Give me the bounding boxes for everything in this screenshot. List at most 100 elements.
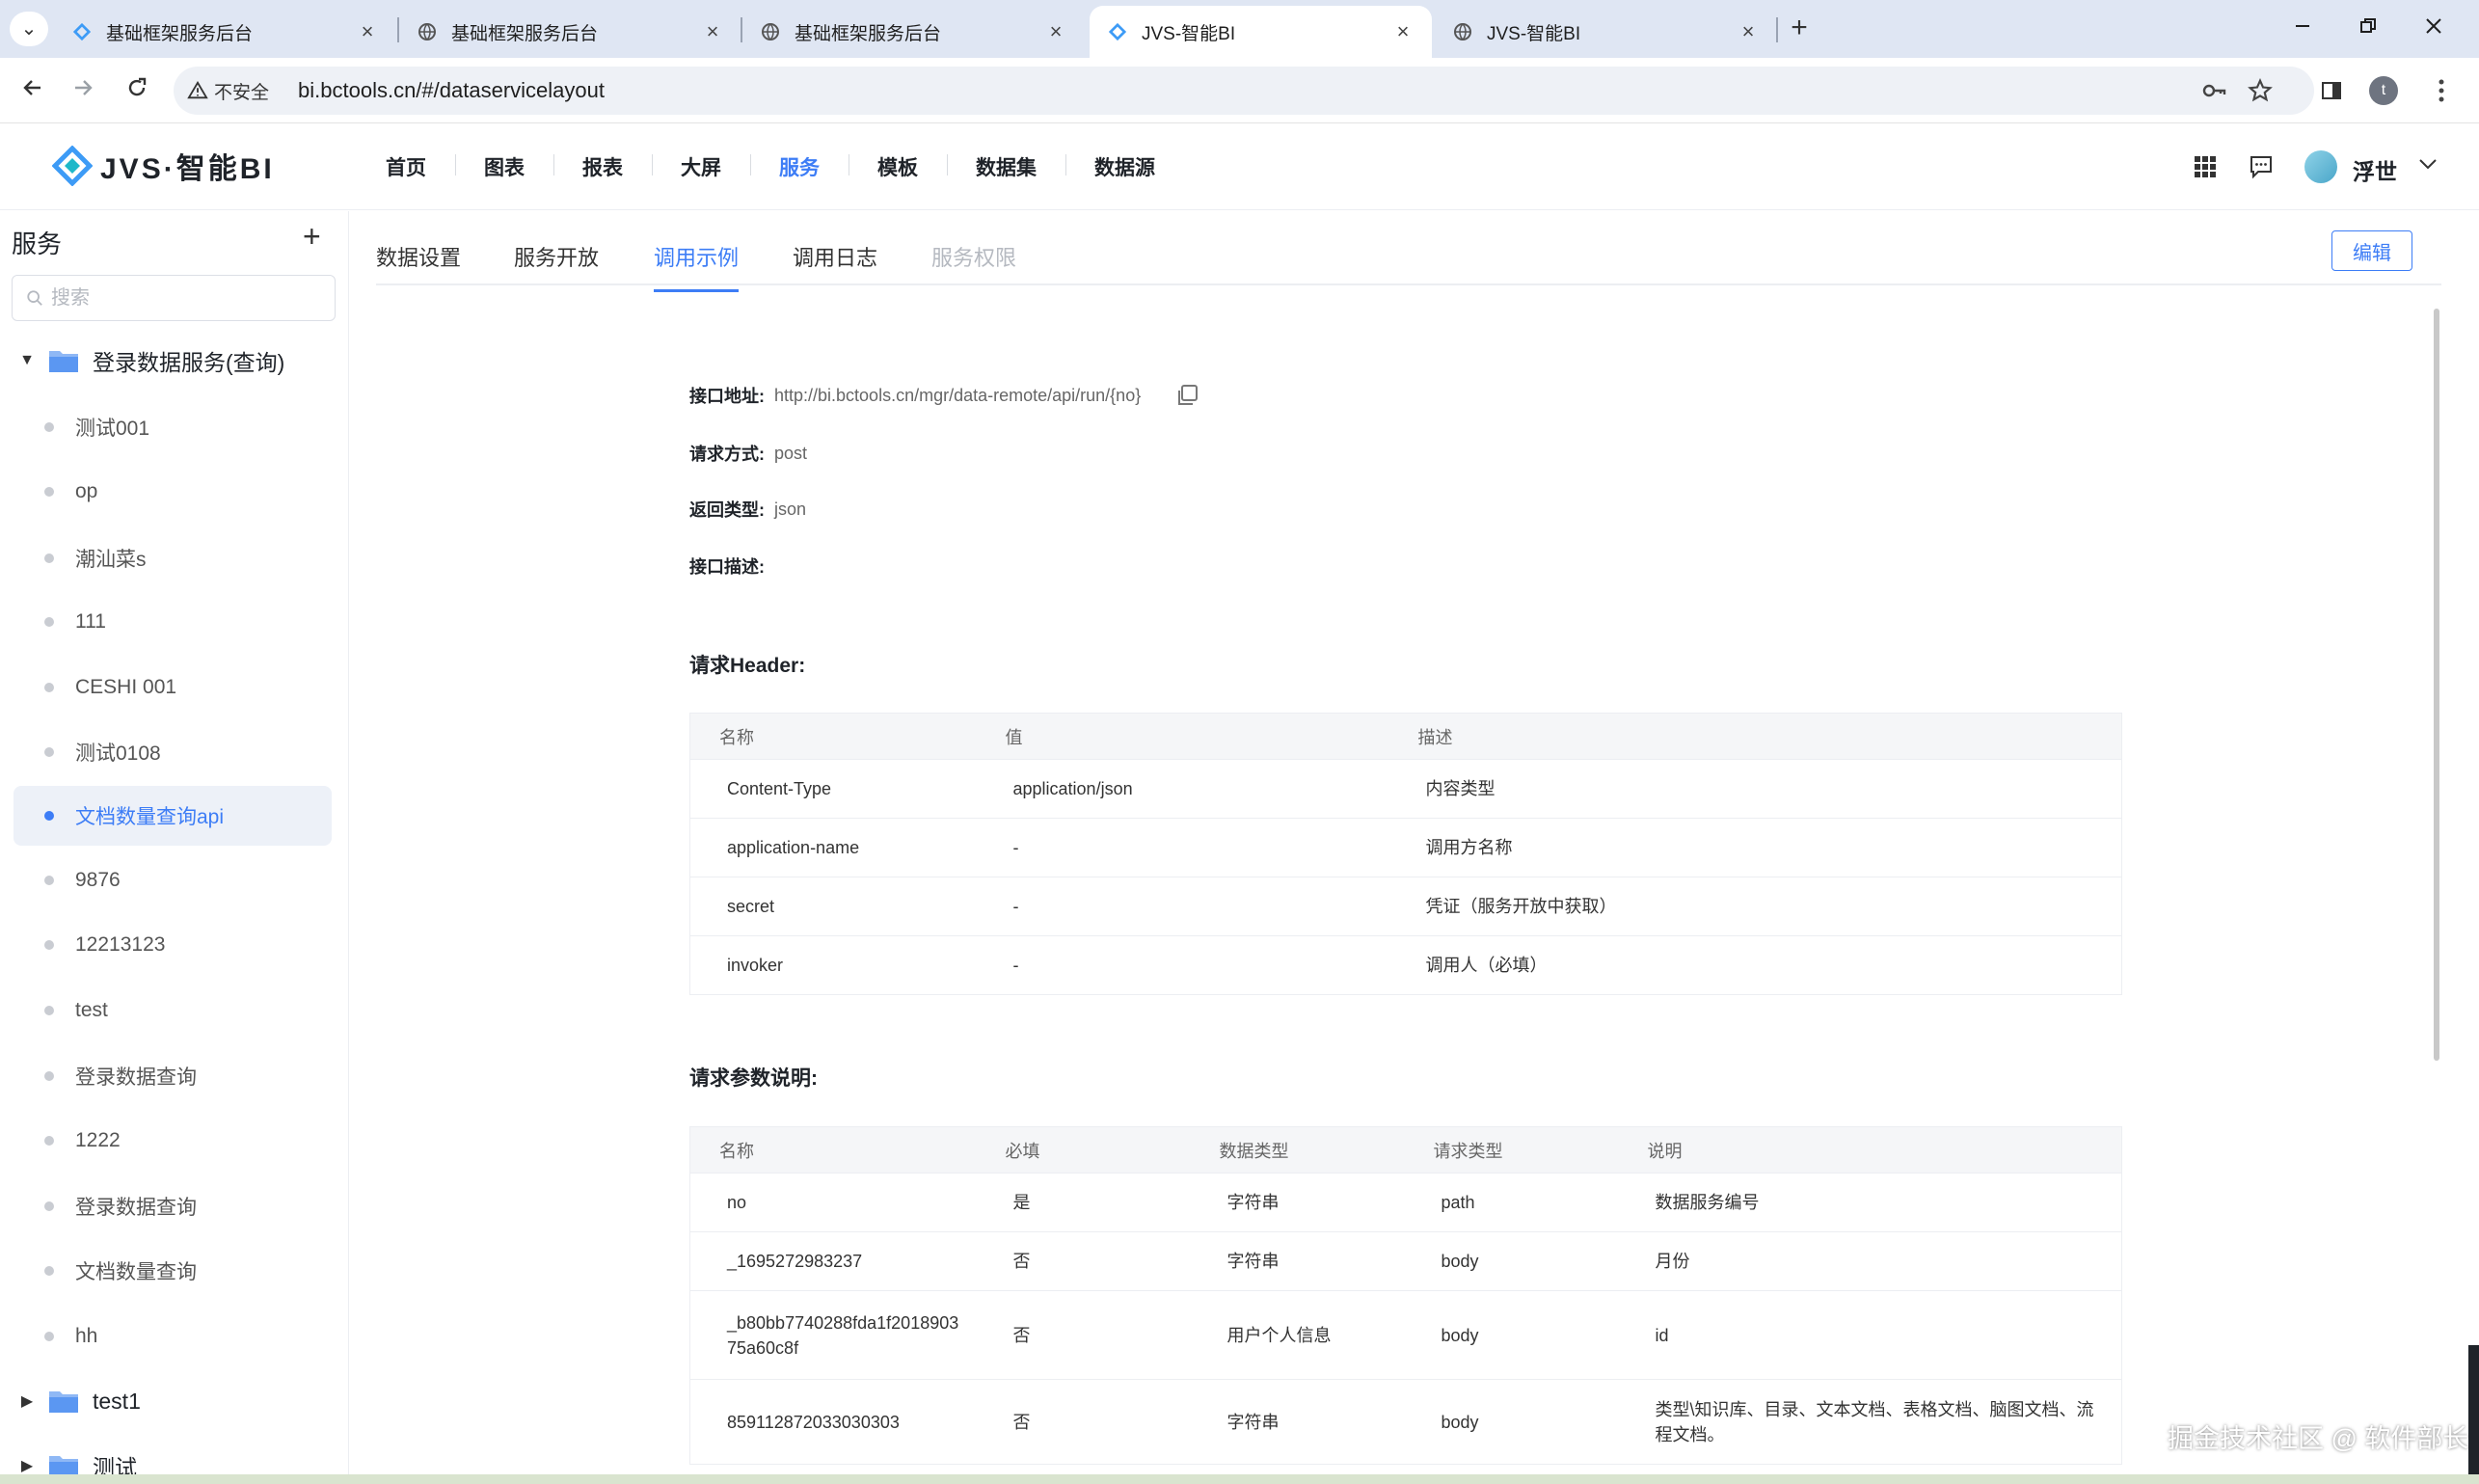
back-button[interactable] [13, 71, 52, 110]
copy-icon[interactable] [1175, 383, 1200, 408]
nav-item-home[interactable]: 首页 [357, 152, 455, 181]
tab-search-button[interactable]: ⌄ [10, 12, 48, 46]
sidebar-item[interactable]: 登录数据查询 [13, 1176, 332, 1236]
sidebar-item[interactable]: 12213123 [13, 915, 332, 975]
table-cell: _b80bb7740288fda1f201890375a60c8f [689, 1290, 977, 1380]
caret-right-icon[interactable]: ▶ [17, 1391, 37, 1411]
user-avatar[interactable] [2304, 150, 2337, 183]
service-sidebar: 服务 + ▼ 登录数据服务(查询) 测试001 op 潮汕菜s 111 CESH… [0, 211, 349, 1484]
browser-tab-3[interactable]: 基础框架服务后台 × [742, 6, 1085, 58]
table-cell: path [1404, 1173, 1619, 1232]
close-icon[interactable]: × [356, 20, 379, 43]
table-cell: 是 [976, 1173, 1191, 1232]
sidebar-item[interactable]: 测试001 [13, 397, 332, 457]
nav-item-dashboard[interactable]: 大屏 [652, 152, 750, 181]
column-header: 说明 [1618, 1126, 2122, 1174]
browser-tab-5[interactable]: JVS-智能BI × [1435, 6, 1777, 58]
table-cell: - [976, 818, 1389, 877]
nav-item-datasources[interactable]: 数据源 [1065, 152, 1184, 181]
nav-item-charts[interactable]: 图表 [455, 152, 553, 181]
app-logo[interactable]: JVS·智能BI [52, 145, 275, 187]
browser-tab-2[interactable]: 基础框架服务后台 × [399, 6, 741, 58]
folder-icon [49, 1391, 78, 1413]
sidebar-item[interactable]: 111 [13, 592, 332, 652]
table-header-row: 名称 必填 数据类型 请求类型 说明 [689, 1126, 2122, 1174]
app-header: JVS·智能BI 首页 图表 报表 大屏 服务 模板 数据集 数据源 浮世 [0, 123, 2479, 210]
sidebar-item[interactable]: 潮汕菜s [13, 528, 332, 588]
sidebar-item-label: test [75, 999, 108, 1021]
search-input[interactable] [51, 286, 311, 310]
params-section-title: 请求参数说明: [689, 1067, 818, 1090]
main-nav: 首页 图表 报表 大屏 服务 模板 数据集 数据源 [357, 123, 1184, 210]
table-row: invoker - 调用人（必填） [689, 935, 2122, 995]
minimize-button[interactable] [2274, 10, 2331, 48]
table-row: no 是 字符串 path 数据服务编号 [689, 1173, 2122, 1232]
close-icon[interactable]: × [1044, 20, 1067, 43]
tab-data-settings[interactable]: 数据设置 [376, 241, 461, 289]
security-indicator[interactable]: 不安全 [187, 78, 284, 104]
sidebar-item[interactable]: CESHI 001 [13, 658, 332, 717]
url-text[interactable]: bi.bctools.cn/#/dataservicelayout [298, 78, 605, 103]
sidebar-item[interactable]: 9876 [13, 850, 332, 910]
params-table: 名称 必填 数据类型 请求类型 说明 no 是 字符串 path 数据服务编号 … [689, 1126, 2122, 1465]
sidebar-item-active[interactable]: 文档数量查询api [13, 786, 332, 846]
table-cell: application/json [976, 759, 1389, 819]
caret-down-icon[interactable]: ▼ [17, 352, 37, 369]
browser-toolbar: 不安全 bi.bctools.cn/#/dataservicelayout t [0, 58, 2479, 123]
browser-tab-4-active[interactable]: JVS-智能BI × [1090, 6, 1432, 58]
apps-grid-button[interactable] [2189, 150, 2222, 183]
table-cell: 否 [976, 1379, 1191, 1465]
table-row: _1695272983237 否 字符串 body 月份 [689, 1231, 2122, 1291]
forward-button[interactable] [64, 71, 102, 110]
messages-button[interactable] [2245, 150, 2277, 183]
edit-button[interactable]: 编辑 [2331, 230, 2412, 271]
restore-button[interactable] [2339, 10, 2397, 48]
close-icon[interactable]: × [701, 20, 724, 43]
api-address-value: http://bi.bctools.cn/mgr/data-remote/api… [774, 385, 1142, 405]
reload-button[interactable] [118, 71, 156, 110]
window-close-button[interactable] [2405, 10, 2463, 48]
close-icon[interactable]: × [1391, 20, 1415, 43]
user-name[interactable]: 浮世 [2353, 153, 2397, 186]
bookmark-button[interactable] [2239, 67, 2281, 115]
caret-right-icon[interactable]: ▶ [17, 1456, 37, 1475]
tree-folder-login-query[interactable]: ▼ 登录数据服务(查询) [0, 337, 284, 385]
sidebar-item-label: 测试001 [75, 418, 150, 440]
address-bar[interactable]: 不安全 bi.bctools.cn/#/dataservicelayout [174, 67, 2314, 115]
api-method-label: 请求方式: [689, 445, 765, 464]
table-cell: 字符串 [1190, 1231, 1405, 1291]
add-service-button[interactable]: + [303, 221, 321, 252]
sidebar-item[interactable]: 文档数量查询 [13, 1241, 332, 1301]
browser-tab-bar: ⌄ 基础框架服务后台 × 基础框架服务后台 × 基础框架服务后台 × JVS-智… [0, 0, 2479, 58]
tab-call-log[interactable]: 调用日志 [793, 241, 877, 289]
nav-item-reports[interactable]: 报表 [553, 152, 652, 181]
scrollbar-thumb[interactable] [2434, 309, 2439, 1061]
sidebar-item[interactable]: 1222 [13, 1111, 332, 1171]
tab-service-open[interactable]: 服务开放 [514, 241, 599, 289]
chevron-down-icon[interactable] [2416, 152, 2439, 175]
password-key-button[interactable] [2193, 67, 2235, 115]
tree-folder-test1[interactable]: ▶ test1 [0, 1377, 141, 1425]
tab-call-example[interactable]: 调用示例 [654, 241, 740, 292]
sidebar-item[interactable]: 登录数据查询 [13, 1046, 332, 1106]
browser-tab-1[interactable]: 基础框架服务后台 × [54, 6, 396, 58]
sidebar-item[interactable]: 测试0108 [13, 722, 332, 782]
profile-button[interactable]: t [2362, 67, 2405, 115]
table-cell: 内容类型 [1388, 759, 2122, 819]
tab-service-permission: 服务权限 [931, 246, 1017, 270]
browser-menu-button[interactable] [2420, 67, 2463, 115]
nav-item-datasets[interactable]: 数据集 [947, 152, 1065, 181]
table-cell: body [1404, 1379, 1619, 1465]
column-header: 名称 [689, 1126, 977, 1174]
sidebar-item[interactable]: test [13, 981, 332, 1040]
side-panel-button[interactable] [2310, 67, 2353, 115]
sidebar-item-label: 文档数量查询api [75, 806, 225, 828]
nav-item-templates[interactable]: 模板 [849, 152, 947, 181]
close-icon[interactable]: × [1737, 20, 1760, 43]
sidebar-item[interactable]: op [13, 462, 332, 522]
nav-item-services[interactable]: 服务 [750, 152, 849, 181]
new-tab-button[interactable]: + [1782, 12, 1817, 46]
sidebar-item[interactable]: hh [13, 1307, 332, 1366]
table-header-row: 名称 值 描述 [689, 713, 2122, 760]
table-row: secret - 凭证（服务开放中获取） [689, 877, 2122, 936]
